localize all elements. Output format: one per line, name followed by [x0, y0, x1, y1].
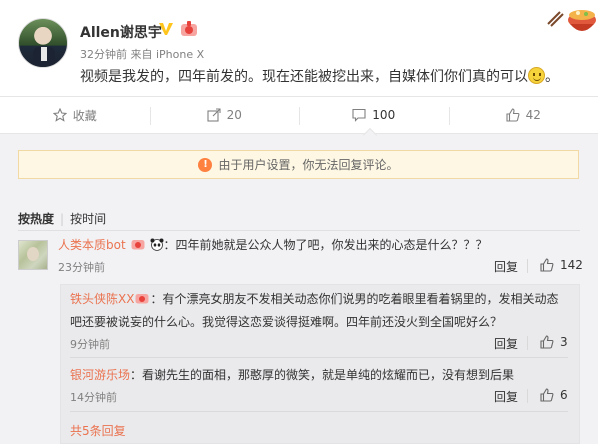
thumbs-up-icon — [540, 335, 554, 349]
thumbs-up-icon — [540, 388, 554, 402]
avatar-shirt-shape — [41, 47, 47, 61]
sort-by-time-tab[interactable]: 按时间 — [70, 212, 106, 226]
subreply-like-button[interactable]: 3 — [540, 335, 568, 349]
smile-emoji-icon — [528, 67, 545, 84]
comment-text: ：四年前她就是公众人物了吧，你发出来的心态是什么？？？ — [163, 238, 488, 252]
star-icon — [52, 108, 67, 122]
subreply-text: ：看谢先生的面相，那憨厚的微笑，就是单纯的炫耀而已，没有想到后果 — [130, 368, 515, 382]
notice-text: 由于用户设置，你无法回复评论。 — [218, 158, 399, 172]
subreply-time: 9分钟前 — [70, 338, 110, 351]
warning-icon: ! — [198, 157, 213, 172]
subreply-like-count: 6 — [560, 388, 568, 402]
subreply-reply-button[interactable]: 回复 — [494, 388, 518, 405]
sort-by-hot-tab[interactable]: 按热度 — [18, 212, 54, 226]
reply-disabled-notice: ! 由于用户设置，你无法回复评论。 — [18, 150, 579, 179]
vip-level-icon — [181, 21, 197, 36]
subreply-divider — [70, 411, 568, 412]
post-text-end: 。 — [545, 69, 559, 85]
comment-count: 100 — [372, 108, 396, 122]
action-separator — [527, 389, 528, 403]
post-meta: 32分钟前 来自 iPhone X — [80, 46, 204, 62]
subreply-time: 14分钟前 — [70, 391, 117, 404]
subreply-line-1: 铁头侠陈XX ：有个漂亮女朋友不发相关动态你们说男的吃着眼里看着锅里的，发相关动态 — [70, 290, 558, 307]
verified-v-icon — [159, 23, 173, 35]
sort-separator: | — [60, 212, 65, 226]
subreply-reply-button[interactable]: 回复 — [494, 335, 518, 352]
like-count: 42 — [525, 108, 541, 122]
repost-icon — [207, 108, 221, 122]
repost-button[interactable]: 20 — [149, 97, 300, 133]
post-author-name[interactable]: Allen谢思宇 — [80, 22, 162, 42]
comment-icon — [352, 108, 366, 122]
subreply-like-button[interactable]: 6 — [540, 388, 568, 402]
food-bowl-decoration-icon — [547, 10, 596, 31]
thumbs-up-icon — [506, 108, 520, 122]
subreply-text-continued: 吧还要被说妄的什么心。我觉得这恋爱谈得挺难啊。四年前还没火到全国呢好么？ — [70, 315, 503, 329]
repost-count: 20 — [226, 108, 242, 122]
subreply-divider — [70, 357, 568, 358]
vip-level-icon — [131, 240, 144, 250]
post-text: 视频是我发的，四年前发的。现在还能被挖出来，自媒体们你们真的可以 — [80, 69, 528, 85]
favorite-label: 收藏 — [72, 108, 97, 123]
post-content: 视频是我发的，四年前发的。现在还能被挖出来，自媒体们你们真的可以 。 — [80, 66, 559, 86]
favorite-button[interactable]: 收藏 — [0, 97, 150, 133]
commenter-name[interactable]: 人类本质bot — [58, 238, 126, 252]
post-action-bar: 收藏 20 100 42 — [0, 96, 598, 134]
action-separator — [527, 336, 528, 350]
vip-level-icon — [135, 294, 149, 304]
comment-like-count: 142 — [560, 258, 583, 272]
comment-button[interactable]: 100 — [299, 97, 449, 133]
subreply-like-count: 3 — [560, 335, 568, 349]
subreply-author-name[interactable]: 铁头侠陈XX — [70, 292, 134, 306]
sort-divider — [18, 230, 580, 231]
comment-line: 人类本质bot ：四年前她就是公众人物了吧，你发出来的心态是什么？？？ — [58, 236, 488, 253]
post-source: 来自 iPhone X — [130, 48, 205, 61]
post-time[interactable]: 32分钟前 — [80, 48, 127, 61]
thumbs-up-icon — [540, 258, 554, 272]
sub-replies-box — [60, 284, 580, 444]
weibo-post: Allen谢思宇 32分钟前 来自 iPhone X 视频是我发的，四年前发的。… — [0, 0, 598, 96]
post-author-avatar[interactable] — [18, 18, 68, 68]
subreply-author-name[interactable]: 银河游乐场 — [70, 368, 130, 382]
action-separator — [527, 259, 528, 273]
comment-like-button[interactable]: 142 — [540, 258, 583, 272]
comment-reply-button[interactable]: 回复 — [494, 258, 518, 275]
comment-sort-tabs: 按热度 | 按时间 — [18, 210, 106, 227]
subreply-line-2: 银河游乐场：看谢先生的面相，那憨厚的微笑，就是单纯的炫耀而已，没有想到后果 — [70, 366, 514, 383]
comment-time: 23分钟前 — [58, 261, 105, 274]
like-button[interactable]: 42 — [448, 97, 598, 133]
commenter-avatar[interactable] — [18, 240, 48, 270]
more-replies-link[interactable]: 共5条回复 — [70, 422, 126, 439]
subreply-text: ：有个漂亮女朋友不发相关动态你们说男的吃着眼里看着锅里的，发相关动态 — [150, 292, 559, 306]
panda-emoji-icon — [150, 238, 163, 251]
